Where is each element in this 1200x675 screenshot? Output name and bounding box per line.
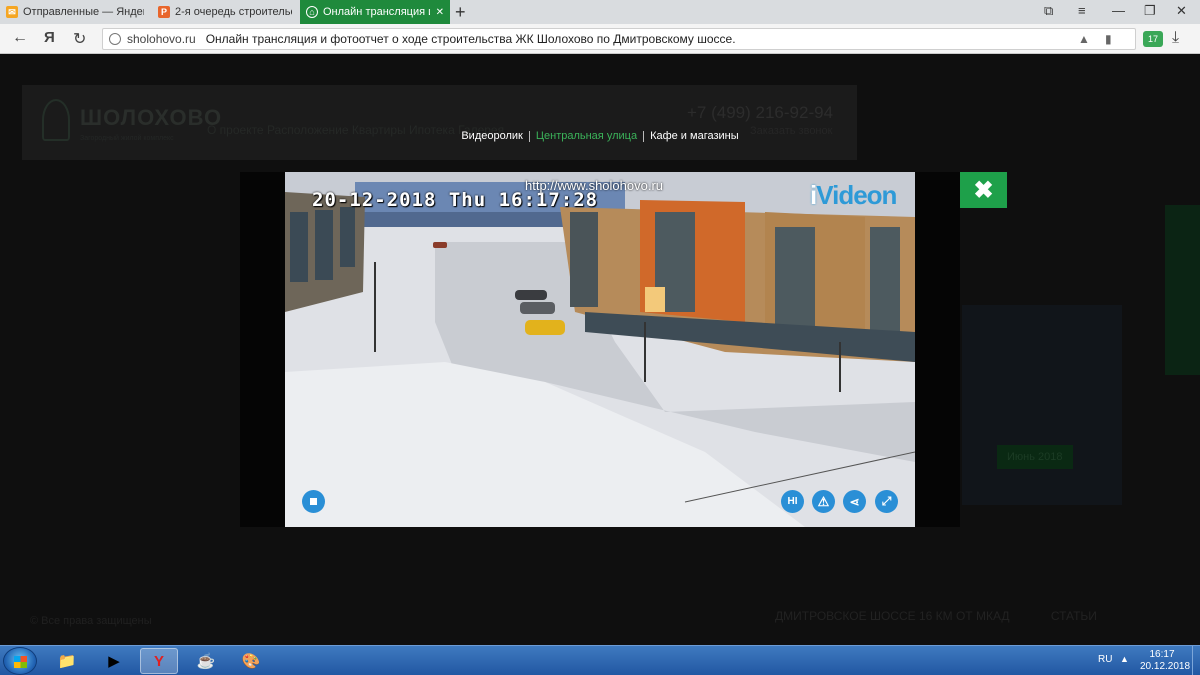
ivideon-logo-text: Videon (816, 180, 897, 210)
site-footer-links: ДМИТРОВСКОЕ ШОССЕ 16 КМ ОТ МКАД СТАТЬИ (775, 609, 1135, 623)
downloads-icon[interactable]: ⤓ (1172, 29, 1179, 47)
paint-taskbar-button[interactable]: 🎨 (232, 648, 270, 674)
browser-tab-bar: ✉ Отправленные — Яндекс.Почта P 2-я очер… (0, 0, 1200, 24)
clock-time: 16:17 (1149, 649, 1175, 660)
show-desktop-button[interactable] (1192, 646, 1200, 675)
tab-label: Онлайн трансляция и фотоотчет (323, 6, 430, 18)
paint-icon: 🎨 (241, 653, 261, 670)
ivideon-logo: iVideon (810, 180, 897, 211)
quality-label: HI (787, 496, 798, 507)
share-icon: ⋖ (849, 494, 860, 509)
site-footer-copyright: © Все права защищены (30, 615, 152, 627)
fullscreen-button[interactable]: ⤢ (875, 490, 898, 513)
media-icon: ▶ (108, 653, 120, 670)
close-modal-button[interactable]: ✖ (960, 172, 1007, 208)
yandex-home-icon[interactable]: Я (44, 29, 55, 46)
url-field[interactable]: sholohovo.ru Онлайн трансляция и фотоотч… (102, 28, 1136, 50)
fullscreen-icon: ⤢ (881, 494, 892, 508)
tray-expand-icon[interactable]: ▲ (1120, 654, 1129, 664)
presentation-icon: P (158, 6, 170, 18)
camera-permission-icon[interactable]: ▲ (1078, 32, 1090, 46)
report-button[interactable]: ⚠ (812, 490, 835, 513)
close-window-icon[interactable]: ✕ (1176, 3, 1187, 19)
tab-online-stream[interactable]: ⌂ Онлайн трансляция и фотоотчет ✕ (300, 0, 450, 24)
tab-construction-stage[interactable]: P 2-я очередь строительства (152, 0, 298, 24)
language-indicator[interactable]: RU (1098, 654, 1112, 665)
close-icon: ✖ (973, 176, 994, 204)
yandex-icon: Y (153, 652, 164, 670)
app-taskbar-button[interactable]: ☕ (187, 648, 225, 674)
bookmark-icon[interactable]: ▮ (1105, 32, 1112, 46)
yandex-browser-taskbar-button[interactable]: Y (140, 648, 178, 674)
quality-button[interactable]: HI (781, 490, 804, 513)
back-icon[interactable]: ← (12, 29, 28, 47)
warning-icon: ⚠ (817, 493, 830, 509)
site-header: ШОЛОХОВО Загородный жилой комплекс О про… (22, 85, 857, 160)
camera-frame (285, 172, 915, 527)
share-button[interactable]: ⋖ (843, 490, 866, 513)
tab-video[interactable]: Видеоролик (455, 130, 529, 142)
folder-icon: 📁 (57, 653, 77, 670)
tabs-view-icon[interactable]: ⧉ (1044, 3, 1053, 19)
protect-badge-icon[interactable]: 17 (1143, 31, 1163, 47)
clock-date: 20.12.2018 (1140, 661, 1191, 672)
tray-clock[interactable]: 16:17 20.12.2018 (1140, 649, 1191, 673)
close-tab-icon[interactable]: ✕ (436, 7, 444, 18)
site-side-image (962, 305, 1122, 505)
tab-label: Отправленные — Яндекс.Почта (23, 6, 144, 18)
address-bar: ← Я ↻ sholohovo.ru Онлайн трансляция и ф… (0, 24, 1200, 54)
mail-icon: ✉ (6, 6, 18, 18)
site-side-banner (1165, 205, 1200, 375)
start-button[interactable] (3, 647, 37, 675)
site-name: ШОЛОХОВО (80, 105, 223, 130)
new-tab-button[interactable]: + (455, 2, 466, 23)
reload-icon[interactable]: ↻ (73, 29, 86, 49)
restore-icon[interactable]: ❐ (1144, 3, 1156, 19)
windows-taskbar: 📁 ▶ Y ☕ 🎨 RU ▲ 16:17 20.12.2018 (0, 645, 1200, 675)
tab-yandex-mail[interactable]: ✉ Отправленные — Яндекс.Почта (0, 0, 150, 24)
camera-player[interactable]: 20-12-2018 Thu 16:17:28 http://www.sholo… (285, 172, 915, 527)
stop-button[interactable] (302, 490, 325, 513)
site-phone: +7 (499) 216-92-94 (687, 103, 834, 122)
explorer-taskbar-button[interactable]: 📁 (48, 648, 86, 674)
footer-link-articles: СТАТЬИ (1050, 609, 1097, 623)
menu-icon[interactable]: ≡ (1078, 3, 1086, 18)
minimize-icon[interactable]: — (1112, 3, 1125, 18)
url-page-title: Онлайн трансляция и фотоотчет о ходе стр… (205, 32, 736, 46)
app-icon: ☕ (196, 653, 216, 670)
protect-badge-count: 17 (1147, 34, 1158, 44)
footer-link-address: ДМИТРОВСКОЕ ШОССЕ 16 КМ ОТ МКАД (775, 609, 1010, 623)
site-info-icon[interactable] (109, 33, 121, 45)
camera-tabs: Видеоролик Центральная улица Кафе и магази… (0, 130, 1200, 142)
camera-watermark-url: http://www.sholohovo.ru (525, 178, 664, 193)
leaf-icon: ⌂ (306, 6, 318, 18)
media-player-taskbar-button[interactable]: ▶ (95, 648, 133, 674)
tab-central-street[interactable]: Центральная улица (530, 130, 643, 142)
url-domain: sholohovo.ru (127, 32, 196, 46)
site-date-badge: Июнь 2018 (997, 445, 1073, 469)
tab-label: 2-я очередь строительства (175, 6, 292, 18)
tab-cafe-shops[interactable]: Кафе и магазины (644, 130, 745, 142)
